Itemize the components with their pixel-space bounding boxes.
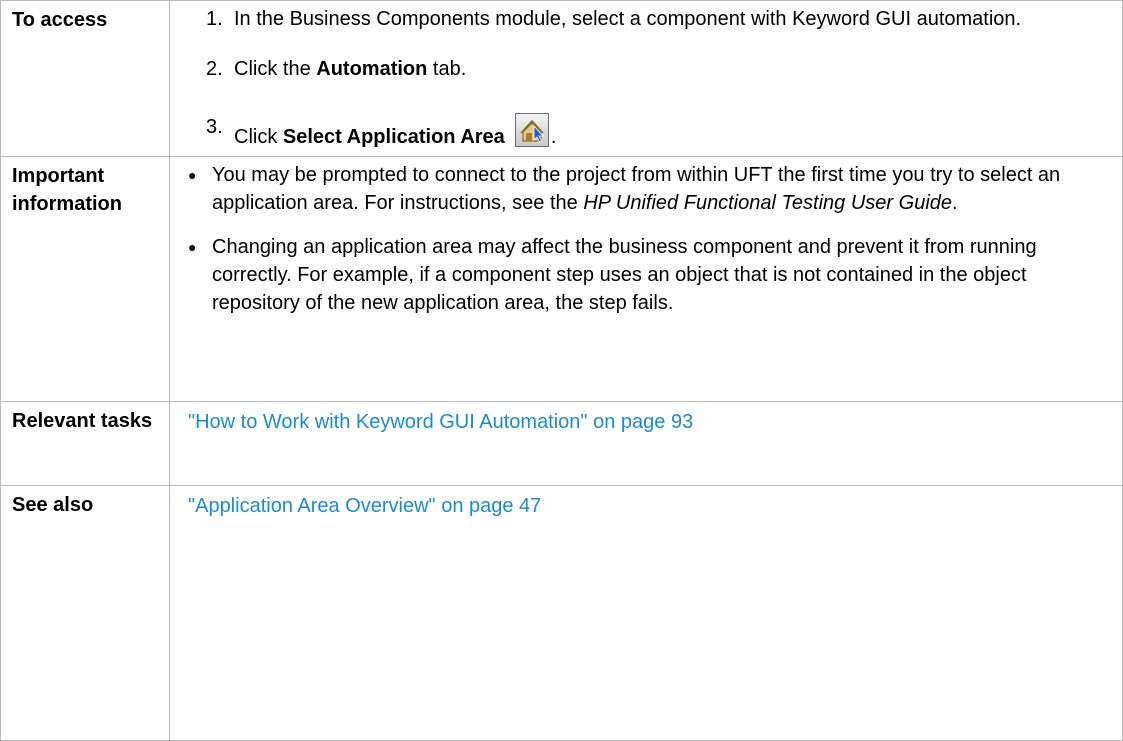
- access-steps: 1. In the Business Components module, se…: [188, 5, 1122, 151]
- step-3: 3. Click Select Application Area.: [188, 113, 1122, 151]
- info-table: To access 1. In the Business Components …: [0, 0, 1123, 741]
- select-application-area-icon: [514, 113, 549, 147]
- tasks-content: "How to Work with Keyword GUI Automation…: [169, 401, 1123, 486]
- label-see-also: See also: [0, 485, 170, 741]
- application-area-overview-link[interactable]: "Application Area Overview" on page 47: [188, 495, 541, 517]
- bullet-text: You may be prompted to connect to the pr…: [212, 161, 1122, 217]
- step-prefix: Click: [234, 126, 283, 148]
- bullet-icon: ●: [188, 167, 197, 183]
- step-1: 1. In the Business Components module, se…: [188, 5, 1122, 33]
- important-content: ● You may be prompted to connect to the …: [169, 156, 1123, 402]
- automation-tab-label: Automation: [316, 58, 428, 80]
- label-important-information: Important information: [0, 156, 170, 402]
- step-number: 2.: [206, 58, 223, 80]
- step-text: Click Select Application Area.: [234, 113, 1122, 151]
- step-suffix: tab.: [427, 58, 467, 80]
- step-prefix: Click the: [234, 58, 317, 80]
- how-to-work-link[interactable]: "How to Work with Keyword GUI Automation…: [188, 411, 693, 433]
- row-important-information: Important information ● You may be promp…: [0, 156, 1123, 402]
- bullet-suffix: .: [952, 192, 958, 214]
- step-text: Click the Automation tab.: [234, 55, 1122, 83]
- bullet-item: ● You may be prompted to connect to the …: [184, 161, 1122, 217]
- bullet-text: Changing an application area may affect …: [212, 236, 1037, 314]
- label-to-access: To access: [0, 0, 170, 157]
- access-content: 1. In the Business Components module, se…: [169, 0, 1123, 157]
- select-application-area-label: Select Application Area: [282, 126, 505, 148]
- see-also-content: "Application Area Overview" on page 47: [169, 485, 1123, 741]
- bullet-icon: ●: [188, 239, 197, 255]
- step-text: In the Business Components module, selec…: [234, 8, 1022, 30]
- row-relevant-tasks: Relevant tasks "How to Work with Keyword…: [0, 401, 1123, 486]
- step-number: 1.: [206, 8, 223, 30]
- row-see-also: See also "Application Area Overview" on …: [0, 485, 1123, 741]
- step-number: 3.: [206, 116, 223, 138]
- label-relevant-tasks: Relevant tasks: [0, 401, 170, 486]
- row-to-access: To access 1. In the Business Components …: [0, 0, 1123, 157]
- important-bullets: ● You may be prompted to connect to the …: [184, 161, 1122, 317]
- bullet-item: ● Changing an application area may affec…: [184, 233, 1122, 317]
- step-suffix: .: [550, 126, 557, 148]
- guide-title: HP Unified Functional Testing User Guide: [583, 192, 953, 214]
- step-2: 2. Click the Automation tab.: [188, 55, 1122, 83]
